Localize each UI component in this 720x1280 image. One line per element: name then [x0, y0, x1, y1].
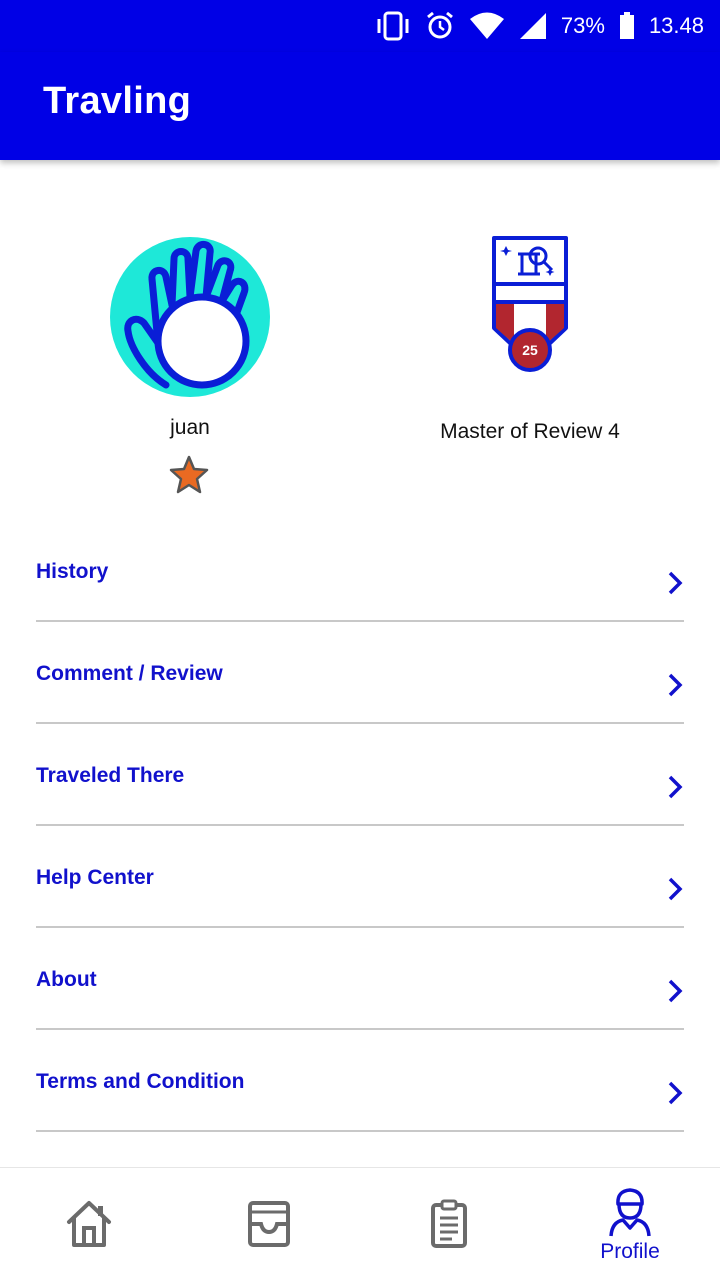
nav-inbox[interactable]: [180, 1168, 360, 1280]
clipboard-icon: [431, 1199, 467, 1248]
medal-number: 25: [522, 342, 538, 358]
chevron-right-icon: [668, 673, 683, 697]
menu-item-about[interactable]: About: [36, 928, 684, 1030]
badge-title: Master of Review 4: [440, 420, 620, 443]
menu-item-traveled-there[interactable]: Traveled There: [36, 724, 684, 826]
battery-percent: 73%: [560, 13, 605, 38]
app-title: Travling: [43, 80, 192, 122]
nav-home[interactable]: [0, 1168, 180, 1280]
nav-clipboard[interactable]: [360, 1168, 540, 1280]
username: juan: [170, 416, 210, 439]
alarm-icon: [426, 11, 453, 39]
nav-profile[interactable]: Profile: [540, 1168, 720, 1280]
battery-icon: [619, 12, 634, 39]
menu-item-label: Terms and Condition: [36, 1070, 245, 1093]
nav-profile-label: Profile: [600, 1240, 660, 1263]
profile-icon: [609, 1188, 651, 1237]
inbox-icon: [248, 1201, 290, 1247]
menu-item-terms[interactable]: Terms and Condition: [36, 1030, 684, 1132]
app-bar: Travling: [0, 52, 720, 160]
star-icon: [169, 455, 209, 494]
chevron-right-icon: [668, 979, 683, 1003]
menu-item-label: Traveled There: [36, 764, 185, 787]
menu-item-label: History: [36, 560, 109, 583]
avatar[interactable]: [108, 235, 272, 399]
signal-icon: [519, 13, 546, 39]
wifi-icon: [469, 12, 504, 39]
clock: 13.48: [648, 13, 704, 38]
menu-item-label: Comment / Review: [36, 662, 223, 685]
chevron-right-icon: [668, 1081, 683, 1105]
chevron-right-icon: [668, 775, 683, 799]
vibrate-icon: [377, 11, 409, 41]
menu-item-label: About: [36, 968, 97, 991]
menu-item-help-center[interactable]: Help Center: [36, 826, 684, 928]
menu-item-comment-review[interactable]: Comment / Review: [36, 622, 684, 724]
home-icon: [67, 1201, 111, 1247]
medal-icon[interactable]: 25: [488, 234, 572, 374]
status-bar: 73% 13.48: [0, 0, 720, 52]
profile-header: juan 25 Master of Review 4: [0, 160, 720, 520]
menu-item-history[interactable]: History: [36, 520, 684, 622]
menu-item-label: Help Center: [36, 866, 154, 889]
profile-menu: History Comment / Review Traveled There …: [36, 520, 684, 1132]
bottom-navigation: Profile: [0, 1167, 720, 1280]
chevron-right-icon: [668, 571, 683, 595]
chevron-right-icon: [668, 877, 683, 901]
